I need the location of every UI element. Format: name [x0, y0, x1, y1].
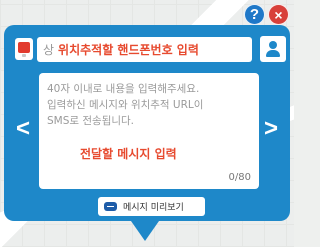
- close-icon: ×: [274, 6, 283, 23]
- next-arrow-button[interactable]: >: [259, 114, 283, 144]
- help-icon: ?: [249, 6, 260, 23]
- phone-home-button: [22, 54, 26, 57]
- help-button[interactable]: ?: [244, 4, 265, 25]
- message-preview-button[interactable]: 메시지 미리보기: [98, 197, 205, 216]
- contact-picker-button[interactable]: [260, 36, 286, 62]
- message-placeholder: 40자 이내로 내용을 입력해주세요. 입력하신 메시지와 위치추적 URL이 …: [47, 83, 204, 127]
- message-icon: [104, 202, 117, 211]
- contact-icon: [269, 41, 277, 49]
- message-overlay-label: 전달할 메시지 입력: [80, 147, 177, 161]
- contact-icon-body: [266, 50, 280, 57]
- character-counter: 0/80: [228, 172, 251, 183]
- location-tracking-popup: 상 위치추적할 핸드폰번호 입력 < > 40자 이내로 내용을 입력해주세요.…: [4, 25, 290, 221]
- message-preview-label: 메시지 미리보기: [123, 203, 184, 213]
- chevron-right-icon: >: [263, 115, 278, 142]
- phone-input-prefix: 상: [43, 43, 55, 57]
- phone-screen: [18, 42, 30, 53]
- phone-icon: [15, 38, 33, 60]
- previous-arrow-button[interactable]: <: [11, 114, 35, 144]
- chevron-left-icon: <: [15, 115, 30, 142]
- close-button[interactable]: ×: [268, 4, 289, 25]
- phone-number-input[interactable]: 상 위치추적할 핸드폰번호 입력: [37, 37, 252, 62]
- message-textarea[interactable]: 40자 이내로 내용을 입력해주세요. 입력하신 메시지와 위치추적 URL이 …: [39, 73, 259, 189]
- popup-pointer: [131, 221, 159, 241]
- phone-input-overlay-label: 위치추적할 핸드폰번호 입력: [58, 43, 199, 57]
